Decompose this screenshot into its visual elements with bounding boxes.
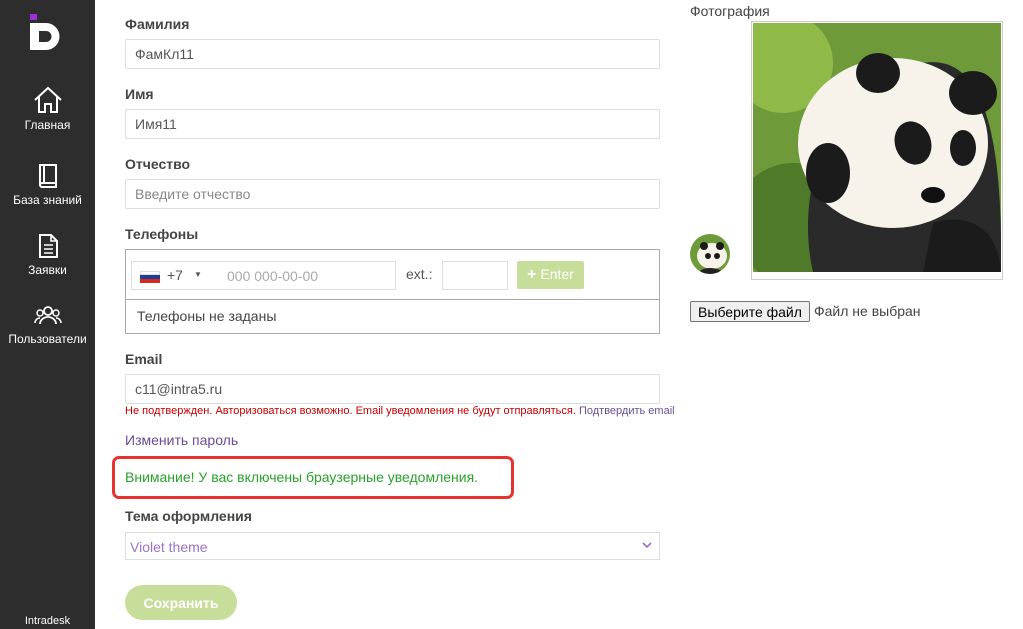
sidebar-item-users[interactable]: Пользователи [0, 304, 95, 346]
phones-empty-text: Телефоны не заданы [137, 308, 277, 324]
country-code[interactable]: +7 [167, 267, 183, 283]
home-icon [33, 86, 62, 113]
phone-input-group: +7 ▼ [131, 261, 396, 290]
email-warning-text: Не подтвержден. Авторизоваться возможно.… [125, 405, 576, 417]
ext-label: ext.: [406, 266, 433, 282]
phone-entry-row: +7 ▼ ext.: + Enter [126, 250, 659, 300]
sidebar-item-tickets[interactable]: Заявки [0, 233, 95, 277]
add-phone-button-label: Enter [540, 266, 574, 282]
plus-icon: + [527, 266, 537, 283]
middle-name-input[interactable] [125, 179, 660, 209]
choose-file-button[interactable]: Выберите файл [690, 301, 810, 322]
sidebar-item-label: Главная [24, 118, 71, 132]
phone-number-input[interactable] [227, 262, 392, 289]
add-phone-button[interactable]: + Enter [517, 261, 584, 289]
sidebar: Главная База знаний Заявки Пользователи … [0, 0, 95, 629]
caret-down-icon[interactable]: ▼ [194, 270, 202, 279]
last-name-label: Фамилия [125, 16, 190, 32]
theme-select-value: Violet theme [130, 539, 208, 555]
sidebar-item-label: Заявки [28, 263, 67, 277]
phones-label: Телефоны [125, 226, 199, 242]
email-input[interactable] [125, 374, 660, 404]
russia-flag-icon[interactable] [140, 271, 160, 283]
photo-label: Фотография [690, 3, 770, 19]
photo-frame [751, 21, 1003, 280]
sidebar-item-label: База знаний [13, 193, 82, 207]
first-name-input[interactable] [125, 109, 660, 139]
save-button[interactable]: Сохранить [125, 585, 237, 620]
theme-select[interactable]: Violet theme [125, 532, 660, 560]
email-warning: Не подтвержден. Авторизоваться возможно.… [125, 405, 675, 417]
chevron-down-icon [642, 542, 652, 549]
phones-box: +7 ▼ ext.: + Enter Телефоны не заданы [125, 249, 660, 334]
change-password-link[interactable]: Изменить пароль [125, 432, 238, 448]
theme-label: Тема оформления [125, 508, 252, 524]
confirm-email-link[interactable]: Подтвердить email [579, 405, 675, 417]
last-name-input[interactable] [125, 39, 660, 69]
avatar [690, 234, 730, 274]
first-name-label: Имя [125, 86, 154, 102]
book-icon [38, 164, 57, 188]
browser-notice-highlight: Внимание! У вас включены браузерные увед… [112, 456, 514, 499]
profile-photo [753, 23, 1001, 272]
middle-name-label: Отчество [125, 156, 191, 172]
users-icon [33, 306, 62, 325]
file-status: Файл не выбран [814, 303, 921, 319]
ext-input[interactable] [442, 261, 508, 290]
intradesk-logo[interactable] [30, 14, 66, 50]
sidebar-item-label: Пользователи [8, 332, 87, 346]
email-label: Email [125, 351, 163, 367]
sidebar-item-knowledge-base[interactable]: База знаний [0, 163, 95, 207]
brand-name: Intradesk [24, 615, 71, 627]
sidebar-item-home[interactable]: Главная [0, 86, 95, 132]
browser-notice-text: Внимание! У вас включены браузерные увед… [125, 469, 479, 485]
document-icon [38, 234, 58, 258]
